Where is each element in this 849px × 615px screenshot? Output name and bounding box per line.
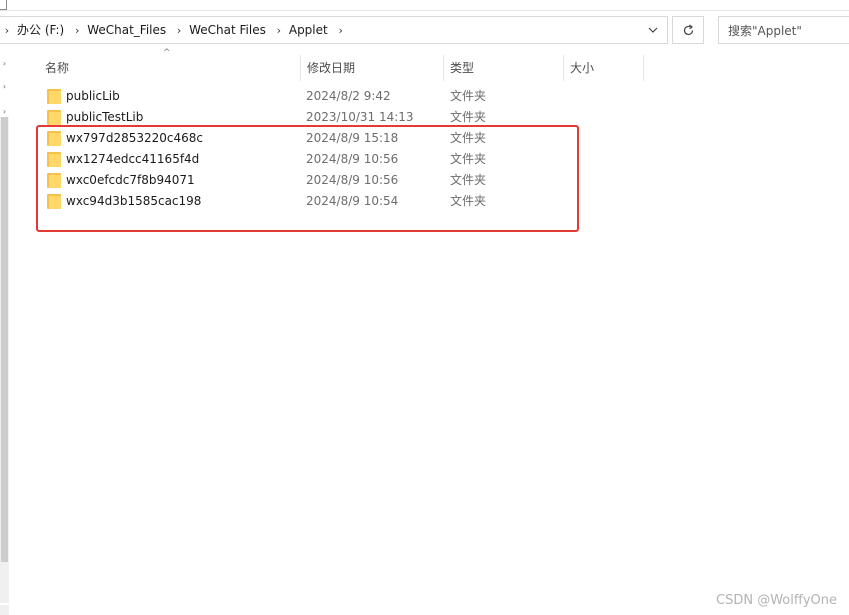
- column-header-size[interactable]: 大小: [563, 55, 643, 81]
- list-item[interactable]: publicLib 2024/8/2 9:42 文件夹: [42, 86, 642, 107]
- column-divider[interactable]: [643, 55, 644, 81]
- expand-arrow-icon[interactable]: ›: [0, 80, 9, 92]
- breadcrumb-chevron-icon[interactable]: ›: [172, 17, 186, 43]
- breadcrumb-applet[interactable]: Applet: [286, 17, 334, 43]
- breadcrumb: › 办公 (F:) › WeChat_Files › WeChat Files …: [0, 17, 348, 43]
- annotation-highlight-box: [36, 125, 579, 232]
- breadcrumb-drive[interactable]: 办公 (F:): [14, 17, 70, 43]
- file-name: publicLib: [66, 89, 120, 103]
- address-bar[interactable]: › 办公 (F:) › WeChat_Files › WeChat Files …: [0, 16, 668, 44]
- column-header-name-label: 名称: [45, 61, 70, 75]
- search-placeholder: 搜索"Applet": [728, 23, 802, 38]
- breadcrumb-wechat-files-underscore[interactable]: WeChat_Files: [84, 17, 172, 43]
- column-header-type[interactable]: 类型: [443, 55, 563, 81]
- navigation-pane: › › ›: [0, 47, 9, 615]
- breadcrumb-wechat-files[interactable]: WeChat Files: [186, 17, 272, 43]
- column-header-type-label: 类型: [450, 61, 475, 75]
- nav-scrollbar-track[interactable]: [0, 117, 9, 603]
- refresh-icon: [683, 24, 693, 35]
- file-type: 文件夹: [450, 89, 487, 103]
- column-header-date[interactable]: 修改日期: [300, 55, 443, 81]
- top-toolbar-edge: [0, 0, 849, 11]
- breadcrumb-chevron-icon[interactable]: ›: [272, 17, 286, 43]
- chevron-down-icon[interactable]: [645, 21, 661, 39]
- watermark: CSDN @WolffyOne: [716, 593, 837, 608]
- column-headers: ^ 名称 修改日期 类型 大小: [38, 48, 658, 81]
- breadcrumb-chevron-icon[interactable]: ›: [0, 17, 14, 43]
- column-header-name[interactable]: 名称: [38, 55, 300, 81]
- refresh-button[interactable]: [672, 16, 704, 44]
- address-row: › 办公 (F:) › WeChat_Files › WeChat Files …: [0, 13, 849, 47]
- expand-arrow-icon[interactable]: ›: [0, 57, 9, 69]
- search-input[interactable]: 搜索"Applet": [718, 16, 849, 44]
- folder-icon: [47, 89, 61, 104]
- breadcrumb-chevron-icon[interactable]: ›: [70, 17, 84, 43]
- breadcrumb-chevron-icon[interactable]: ›: [334, 17, 348, 43]
- nav-scrollbar-thumb[interactable]: [1, 117, 8, 562]
- nav-scrollbar-end: [0, 605, 9, 615]
- toolbar-corner-icon: [0, 0, 7, 10]
- expand-arrow-icon[interactable]: ›: [0, 105, 9, 117]
- folder-icon: [47, 110, 61, 125]
- file-date: 2024/8/2 9:42: [306, 89, 391, 103]
- column-header-size-label: 大小: [570, 61, 595, 75]
- column-header-date-label: 修改日期: [307, 61, 356, 75]
- file-explorer-window: › 办公 (F:) › WeChat_Files › WeChat Files …: [0, 0, 849, 615]
